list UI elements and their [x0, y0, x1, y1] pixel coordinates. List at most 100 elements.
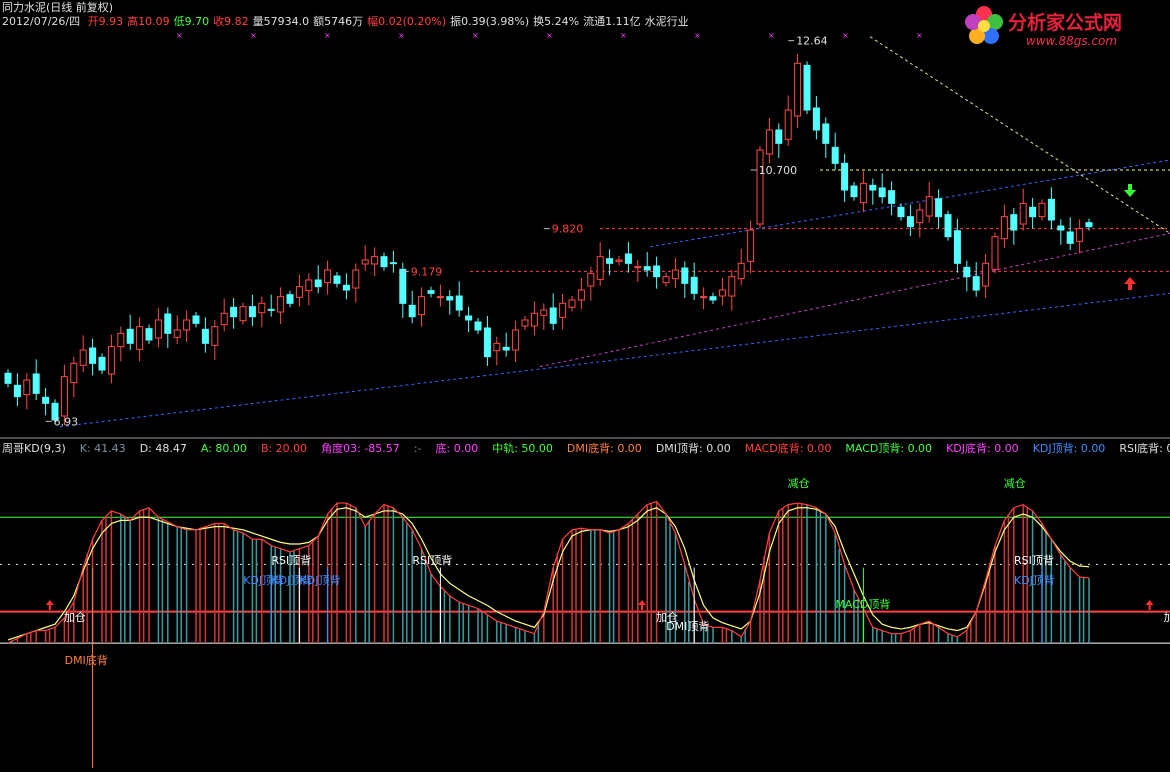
candle-down: [643, 266, 651, 271]
indicator-value: A: 80.00: [200, 442, 247, 455]
candle-down: [4, 372, 12, 384]
candle-down: [653, 265, 661, 278]
candle-up: [540, 309, 548, 316]
candle-up: [107, 346, 115, 375]
quote-item: 水泥行业: [644, 15, 689, 28]
price-label: 12.64: [796, 35, 828, 48]
candle-up: [136, 326, 144, 350]
candle-down: [286, 294, 294, 304]
logo-name: 分析家公式网: [1008, 12, 1123, 34]
signal-mark: ×: [324, 31, 331, 40]
candle-down: [972, 276, 980, 291]
indicator-value: :-: [413, 442, 422, 455]
candle-up: [530, 312, 538, 327]
price-label: 9.179: [411, 265, 443, 278]
candle-up: [982, 262, 990, 287]
candle-down: [1029, 206, 1037, 218]
indicator-header: 周哥KD(9,3) K: 41.43 D: 48.47 A: 80.00 B: 20.0…: [2, 442, 1170, 455]
candle-down: [32, 373, 40, 394]
candle-up: [361, 259, 369, 265]
price-label: 10.700: [759, 164, 798, 177]
candle-up: [239, 306, 247, 322]
candle-down: [1066, 231, 1074, 244]
signal-mark: ×: [916, 31, 923, 40]
candle-up: [305, 279, 313, 292]
signal-mark: ×: [176, 31, 183, 40]
indicator-value: DMI底背: 0.00: [566, 442, 642, 455]
quote-item: 幅0.02(0.20%): [367, 15, 447, 28]
candle-down: [690, 276, 698, 294]
candle-down: [944, 214, 952, 238]
candle-down: [906, 216, 914, 228]
logo-url: www.88gs.com: [1026, 34, 1118, 48]
sell-arrow-icon: [1124, 184, 1136, 197]
signal-label: DMI底背: [65, 653, 108, 667]
candle-down: [624, 253, 632, 264]
candle-down: [483, 327, 491, 358]
candle-up: [371, 256, 379, 265]
candle-down: [98, 356, 106, 371]
candle-up: [859, 182, 867, 204]
signal-mark: ×: [620, 31, 627, 40]
candle-down: [89, 347, 97, 364]
candle-up: [154, 319, 162, 339]
candle-down: [878, 187, 886, 198]
candle-down: [502, 346, 510, 351]
d-line: [7, 507, 1090, 641]
candle-down: [709, 296, 717, 301]
candle-down: [126, 328, 134, 344]
candle-down: [455, 295, 463, 311]
candle-down: [1047, 198, 1055, 221]
candle-up: [671, 269, 679, 280]
add-marker: 加仓: [64, 610, 86, 624]
quote-bar: 2012/07/26/四 开9.93 高10.09 低9.70 收9.82 量57934…: [2, 15, 693, 28]
candle-up: [521, 319, 529, 327]
candle-up: [587, 272, 595, 287]
candle-up: [577, 289, 585, 301]
candle-up: [925, 196, 933, 217]
quote-date: 2012/07/26/四: [2, 15, 81, 28]
candle-down: [230, 306, 238, 318]
indicator-value: 角度03: -85.57: [321, 442, 400, 455]
candle-down: [465, 315, 473, 321]
indicator-value: K: 41.43: [79, 442, 126, 455]
candle-up: [295, 286, 303, 298]
candle-down: [1085, 222, 1093, 228]
site-logo[interactable]: 分析家公式网 www.88gs.com: [962, 4, 1162, 52]
signal-label: RSI顶背: [412, 553, 452, 567]
candle-down: [427, 290, 435, 294]
candle-up: [568, 299, 576, 308]
candle-down: [822, 123, 830, 144]
candle-up: [718, 289, 726, 297]
candle-up: [596, 256, 604, 280]
signal-label: RSI顶背: [1014, 553, 1054, 567]
indicator-value: RSI底背: 0.00: [1119, 442, 1170, 455]
candle-down: [267, 308, 275, 311]
candle-up: [662, 276, 670, 284]
candle-up: [728, 276, 736, 297]
candle-up: [747, 229, 755, 262]
candle-down: [333, 275, 341, 284]
quote-item: 高10.09: [127, 15, 170, 28]
stock-chart[interactable]: 12.6410.7009.8209.1796.93××××××××××××DMI…: [0, 0, 1170, 772]
quote-item: 振0.39(3.98%): [450, 15, 530, 28]
candle-down: [389, 262, 397, 265]
candle-down: [897, 206, 905, 218]
candle-up: [737, 262, 745, 280]
candle-up: [324, 269, 332, 284]
candle-up: [512, 329, 520, 351]
signal-mark: ×: [694, 31, 701, 40]
candle-up: [352, 269, 360, 289]
candle-down: [606, 258, 614, 264]
candle-down: [841, 162, 849, 191]
indicator-value: D: 48.47: [139, 442, 187, 455]
stock-name: 同力水泥(日线 前复权): [2, 1, 114, 14]
candle-down: [145, 328, 153, 341]
signal-label: RSI顶背: [271, 553, 311, 567]
candle-up: [615, 259, 623, 262]
candle-up: [117, 332, 125, 348]
indicator-value: 底: 0.00: [435, 442, 479, 455]
candle-up: [700, 296, 708, 299]
indicator-value: KDJ底背: 0.00: [946, 442, 1019, 455]
reduce-marker: 减仓: [1004, 476, 1026, 490]
